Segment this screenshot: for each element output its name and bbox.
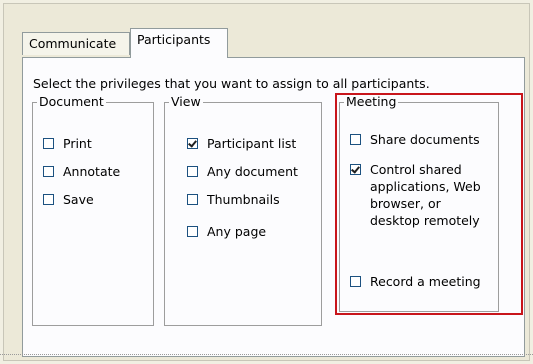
thumbnails-option[interactable]: Thumbnails bbox=[187, 191, 280, 208]
document-group-title: Document bbox=[37, 94, 106, 110]
thumbnails-checkbox[interactable] bbox=[187, 194, 198, 205]
control-shared-checkbox[interactable] bbox=[350, 164, 361, 175]
annotate-option[interactable]: Annotate bbox=[43, 163, 120, 180]
meeting-group-title: Meeting bbox=[344, 94, 399, 110]
view-group-title: View bbox=[169, 94, 203, 110]
tab-communicate[interactable]: Communicate bbox=[22, 32, 130, 55]
participant-list-label: Participant list bbox=[207, 136, 297, 151]
tab-participants[interactable]: Participants bbox=[130, 28, 228, 58]
bottom-dotted-divider bbox=[0, 354, 533, 359]
record-meeting-option[interactable]: Record a meeting bbox=[350, 273, 481, 290]
print-checkbox[interactable] bbox=[43, 138, 54, 149]
print-label: Print bbox=[63, 136, 92, 151]
any-page-label: Any page bbox=[207, 224, 267, 239]
instructions-text: Select the privileges that you want to a… bbox=[33, 76, 430, 91]
save-checkbox[interactable] bbox=[43, 194, 54, 205]
record-meeting-checkbox[interactable] bbox=[350, 276, 361, 287]
participant-list-checkbox[interactable] bbox=[187, 138, 198, 149]
control-shared-label: Control shared applications, Web browser… bbox=[370, 162, 481, 228]
any-page-option[interactable]: Any page bbox=[187, 223, 266, 240]
annotate-label: Annotate bbox=[63, 164, 121, 179]
thumbnails-label: Thumbnails bbox=[207, 192, 280, 207]
any-document-label: Any document bbox=[207, 164, 298, 179]
any-page-checkbox[interactable] bbox=[187, 226, 198, 237]
control-shared-option[interactable]: Control shared applications, Web browser… bbox=[350, 161, 490, 229]
view-group: View Participant list Any document Thumb… bbox=[164, 94, 322, 326]
share-documents-checkbox[interactable] bbox=[350, 134, 361, 145]
record-meeting-label: Record a meeting bbox=[370, 274, 481, 289]
print-option[interactable]: Print bbox=[43, 135, 92, 152]
any-document-checkbox[interactable] bbox=[187, 166, 198, 177]
annotate-checkbox[interactable] bbox=[43, 166, 54, 177]
share-documents-option[interactable]: Share documents bbox=[350, 131, 480, 148]
share-documents-label: Share documents bbox=[370, 132, 480, 147]
participant-list-option[interactable]: Participant list bbox=[187, 135, 296, 152]
any-document-option[interactable]: Any document bbox=[187, 163, 298, 180]
save-label: Save bbox=[63, 192, 94, 207]
save-option[interactable]: Save bbox=[43, 191, 94, 208]
meeting-group: Meeting Share documents Control shared a… bbox=[339, 94, 499, 312]
document-group: Document Print Annotate Save bbox=[32, 94, 154, 326]
